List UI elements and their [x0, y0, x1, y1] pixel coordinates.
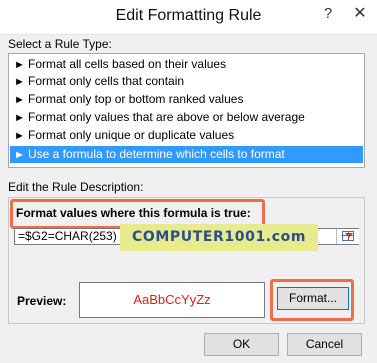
help-button[interactable]: ? [314, 0, 342, 30]
rule-description-label: Edit the Rule Description: [8, 180, 144, 194]
arrow-icon: ► [14, 149, 25, 161]
rule-type-item-label: Format only unique or duplicate values [28, 128, 235, 142]
rule-type-item-label: Use a formula to determine which cells t… [28, 147, 285, 161]
arrow-icon: ► [14, 112, 25, 124]
preview-label: Preview: [17, 294, 67, 308]
rule-type-item[interactable]: ► Format only values that are above or be… [10, 109, 363, 126]
format-button[interactable]: Format... [277, 287, 349, 310]
rule-type-item-selected[interactable]: ► Use a formula to determine which cells … [10, 146, 363, 163]
rule-type-item-label: Format only values that are above or bel… [28, 110, 305, 124]
arrow-icon: ► [14, 59, 25, 71]
close-button[interactable]: ✕ [343, 0, 377, 30]
rule-type-item[interactable]: ► Format only unique or duplicate values [10, 127, 363, 144]
arrow-icon: ► [14, 94, 25, 106]
rule-type-item-label: Format all cells based on their values [28, 57, 227, 71]
rule-type-label: Select a Rule Type: [8, 37, 112, 51]
rule-type-item-label: Format only top or bottom ranked values [28, 92, 244, 106]
arrow-icon: ► [14, 76, 25, 88]
rule-type-item-label: Format only cells that contain [28, 74, 185, 88]
title-bar: Edit Formatting Rule ? ✕ [0, 0, 377, 35]
collapse-arrow-icon [345, 233, 353, 238]
arrow-icon: ► [14, 130, 25, 142]
formula-value[interactable]: =$G2=CHAR(253) [18, 229, 117, 244]
preview-box: AaBbCcYyZz [79, 282, 265, 318]
rule-type-item[interactable]: ► Format only cells that contain [10, 73, 363, 90]
rule-type-item[interactable]: ► Format all cells based on their values [10, 56, 363, 73]
rule-type-item[interactable]: ► Format only top or bottom ranked values [10, 91, 363, 108]
rule-type-list[interactable]: ► Format all cells based on their values … [8, 53, 365, 168]
cancel-button[interactable]: Cancel [287, 333, 362, 356]
preview-text: AaBbCcYyZz [133, 292, 211, 307]
collapse-dialog-button[interactable] [336, 229, 359, 244]
watermark: COMPUTER1001.com [120, 224, 318, 251]
formula-label: Format values where this formula is true… [16, 206, 251, 220]
ok-button[interactable]: OK [204, 333, 279, 356]
